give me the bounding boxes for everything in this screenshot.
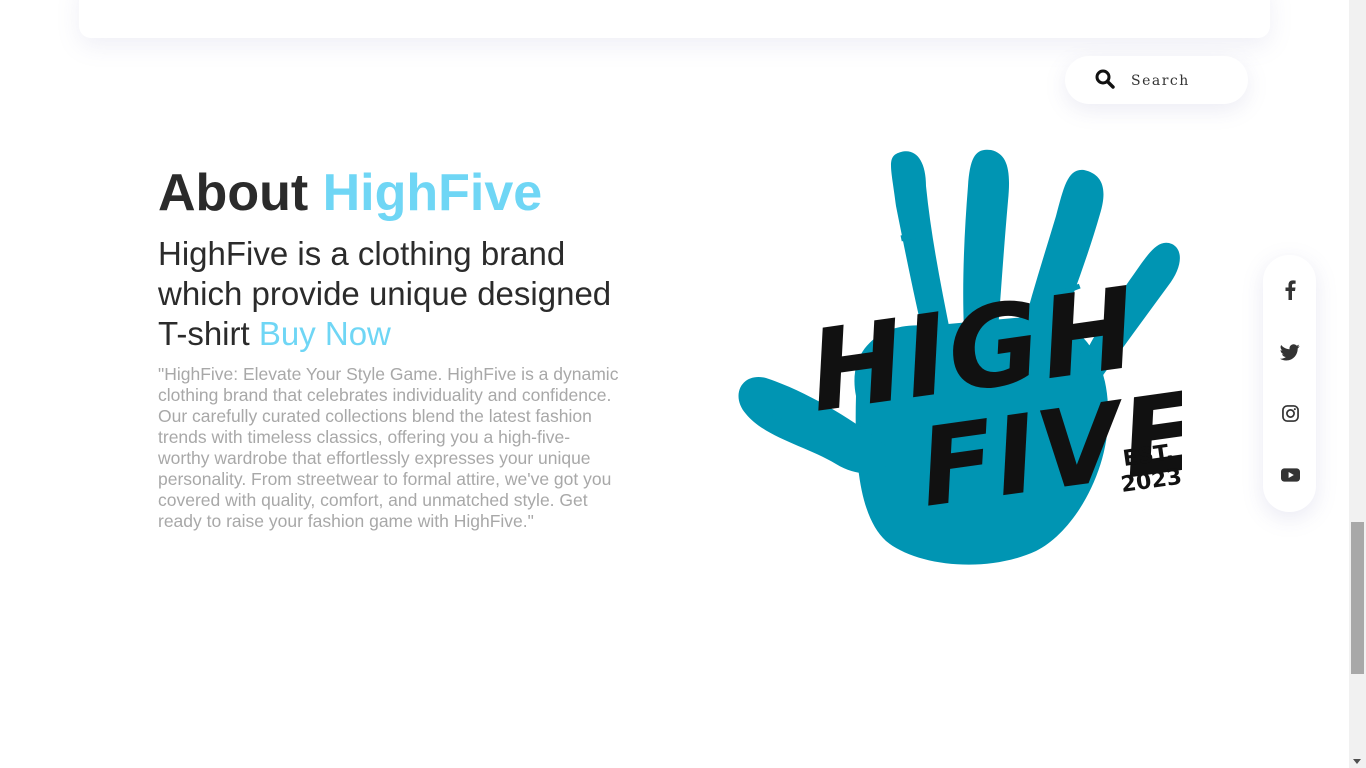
search-box[interactable]: [1065, 56, 1248, 104]
about-heading-brand: HighFive: [322, 164, 543, 222]
search-icon[interactable]: [1095, 69, 1115, 89]
twitter-link[interactable]: [1279, 341, 1301, 363]
about-heading: About HighFive: [158, 162, 542, 224]
navbar-card: [79, 0, 1270, 38]
scroll-down-arrow-icon[interactable]: [1353, 759, 1361, 764]
search-input[interactable]: [1129, 68, 1243, 94]
logo-lettering: HIGH FIVE EST. 2023: [802, 263, 1182, 532]
instagram-link[interactable]: [1279, 402, 1301, 424]
buy-now-link[interactable]: Buy Now: [259, 315, 391, 352]
highfive-logo: HIGH FIVE EST. 2023: [738, 149, 1182, 565]
social-sidebar: [1263, 255, 1316, 512]
twitter-icon[interactable]: [1280, 343, 1300, 361]
about-description: "HighFive: Elevate Your Style Game. High…: [158, 364, 619, 531]
scrollbar-thumb[interactable]: [1351, 522, 1364, 674]
instagram-icon[interactable]: [1281, 404, 1299, 422]
page-scrollbar[interactable]: [1349, 0, 1366, 768]
page: About HighFive HighFive is a clothing br…: [0, 0, 1366, 768]
facebook-icon[interactable]: [1284, 280, 1296, 300]
youtube-link[interactable]: [1279, 464, 1301, 486]
tagline: HighFive is a clothing brand which provi…: [158, 234, 628, 354]
youtube-icon[interactable]: [1280, 468, 1300, 482]
about-heading-prefix: About: [158, 164, 309, 222]
facebook-link[interactable]: [1279, 279, 1301, 301]
